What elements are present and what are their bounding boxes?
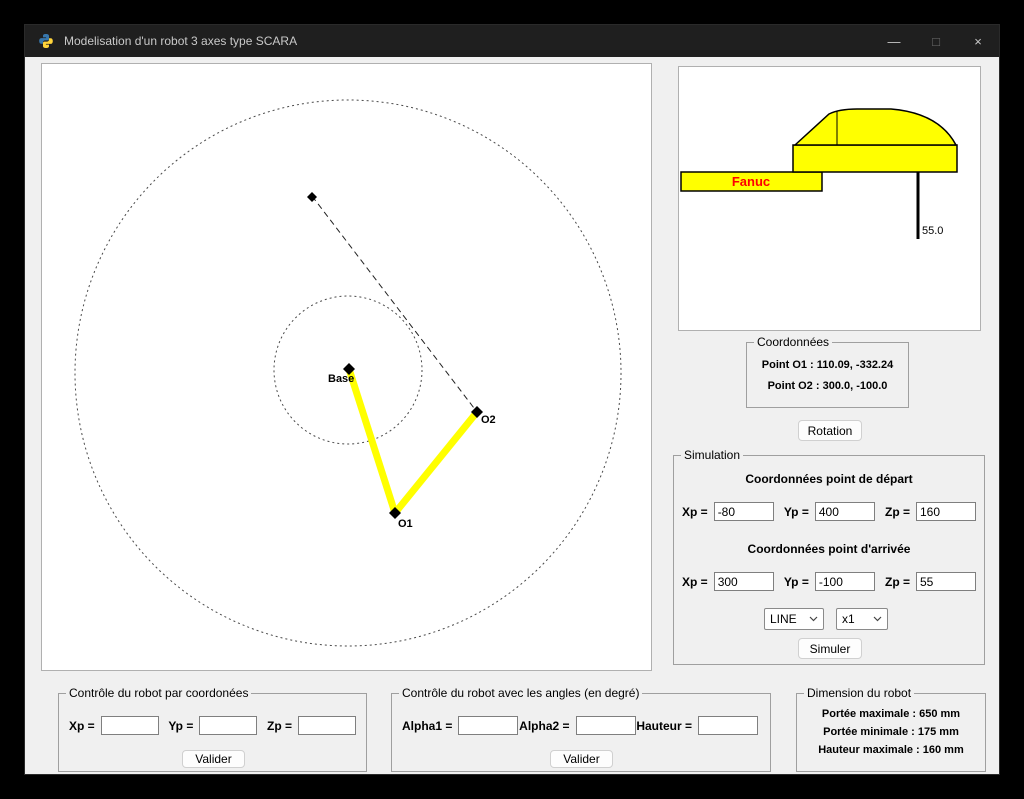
start-yp-label: Yp =: [784, 505, 809, 519]
o1-point-label: O1: [398, 518, 413, 530]
robot-dimensions-group-title: Dimension du robot: [804, 686, 914, 700]
end-zp-input[interactable]: [916, 572, 976, 591]
end-yp-input[interactable]: [815, 572, 875, 591]
chevron-down-icon: [873, 616, 882, 622]
alpha1-label: Alpha1 =: [402, 719, 452, 733]
side-view-canvas: Fanuc 55.0: [678, 66, 981, 331]
close-button[interactable]: ×: [957, 25, 999, 57]
window-controls: — □ ×: [873, 25, 999, 57]
hauteur-label: Hauteur =: [636, 719, 692, 733]
angle-control-valider-button[interactable]: Valider: [550, 750, 613, 768]
start-zp-label: Zp =: [885, 505, 910, 519]
coordinates-group-title: Coordonnées: [754, 335, 832, 349]
robot-dimensions-group: Dimension du robot Portée maximale : 650…: [796, 693, 986, 772]
start-point-row: Xp = Yp = Zp =: [682, 502, 976, 521]
control-yp-label: Yp =: [168, 719, 193, 733]
robot-body-rect: [793, 145, 957, 172]
angle-control-row: Alpha1 = Alpha2 = Hauteur =: [402, 716, 758, 735]
python-icon: [38, 33, 54, 49]
end-xp-label: Xp =: [682, 575, 708, 589]
speed-select[interactable]: x1: [836, 608, 888, 630]
simulation-group-title: Simulation: [681, 448, 743, 462]
min-reach-text: Portée minimale : 175 mm: [823, 723, 959, 741]
base-point-label: Base: [328, 373, 354, 385]
coordinate-control-row: Xp = Yp = Zp =: [69, 716, 356, 735]
end-yp-label: Yp =: [784, 575, 809, 589]
coordinate-control-group: Contrôle du robot par coordonées Xp = Yp…: [58, 693, 367, 772]
robot-head-dome: [795, 109, 956, 145]
point-o1-coordinates: Point O1 : 110.09, -332.24: [762, 355, 893, 376]
point-o2-coordinates: Point O2 : 300.0, -100.0: [768, 376, 888, 397]
end-xp-input[interactable]: [714, 572, 774, 591]
start-yp-input[interactable]: [815, 502, 875, 521]
coordinate-control-valider-button[interactable]: Valider: [182, 750, 245, 768]
rotation-button[interactable]: Rotation: [798, 420, 862, 441]
arm-segment-o1-o2: [395, 412, 477, 513]
max-height-text: Hauteur maximale : 160 mm: [818, 741, 964, 759]
maximize-button[interactable]: □: [915, 25, 957, 57]
end-zp-label: Zp =: [885, 575, 910, 589]
app-window: Modelisation d'un robot 3 axes type SCAR…: [24, 24, 1000, 775]
alpha1-input[interactable]: [458, 716, 518, 735]
start-xp-label: Xp =: [682, 505, 708, 519]
control-xp-input[interactable]: [101, 716, 159, 735]
angle-control-group-title: Contrôle du robot avec les angles (en de…: [399, 686, 642, 700]
max-reach-text: Portée maximale : 650 mm: [822, 705, 960, 723]
minimize-button[interactable]: —: [873, 25, 915, 57]
coordinate-control-group-title: Contrôle du robot par coordonées: [66, 686, 251, 700]
control-zp-input[interactable]: [298, 716, 356, 735]
end-point-heading: Coordonnées point d'arrivée: [674, 542, 984, 556]
simulation-group: Simulation Coordonnées point de départ X…: [673, 455, 985, 665]
workspace-canvas: Base O1 O2: [41, 63, 652, 671]
control-zp-label: Zp =: [267, 719, 292, 733]
arm-segment-base-o1: [349, 369, 395, 513]
end-point-row: Xp = Yp = Zp =: [682, 572, 976, 591]
window-title: Modelisation d'un robot 3 axes type SCAR…: [64, 34, 297, 48]
alpha2-label: Alpha2 =: [519, 719, 569, 733]
trajectory-select-value: LINE: [770, 612, 797, 626]
titlebar: Modelisation d'un robot 3 axes type SCAR…: [25, 25, 999, 57]
chevron-down-icon: [809, 616, 818, 622]
side-view-drawing: Fanuc 55.0: [679, 67, 980, 330]
coordinates-group: Coordonnées Point O1 : 110.09, -332.24 P…: [746, 342, 909, 408]
tool-height-label: 55.0: [922, 225, 943, 237]
start-point-heading: Coordonnées point de départ: [674, 472, 984, 486]
control-yp-input[interactable]: [199, 716, 257, 735]
brand-label: Fanuc: [732, 174, 770, 189]
alpha2-input[interactable]: [576, 716, 636, 735]
workspace-drawing: Base O1 O2: [42, 64, 651, 670]
angle-control-group: Contrôle du robot avec les angles (en de…: [391, 693, 771, 772]
simulate-button[interactable]: Simuler: [798, 638, 862, 659]
start-zp-input[interactable]: [916, 502, 976, 521]
hauteur-input[interactable]: [698, 716, 758, 735]
control-xp-label: Xp =: [69, 719, 95, 733]
o2-point-label: O2: [481, 414, 496, 426]
start-xp-input[interactable]: [714, 502, 774, 521]
speed-select-value: x1: [842, 612, 855, 626]
trajectory-select[interactable]: LINE: [764, 608, 824, 630]
